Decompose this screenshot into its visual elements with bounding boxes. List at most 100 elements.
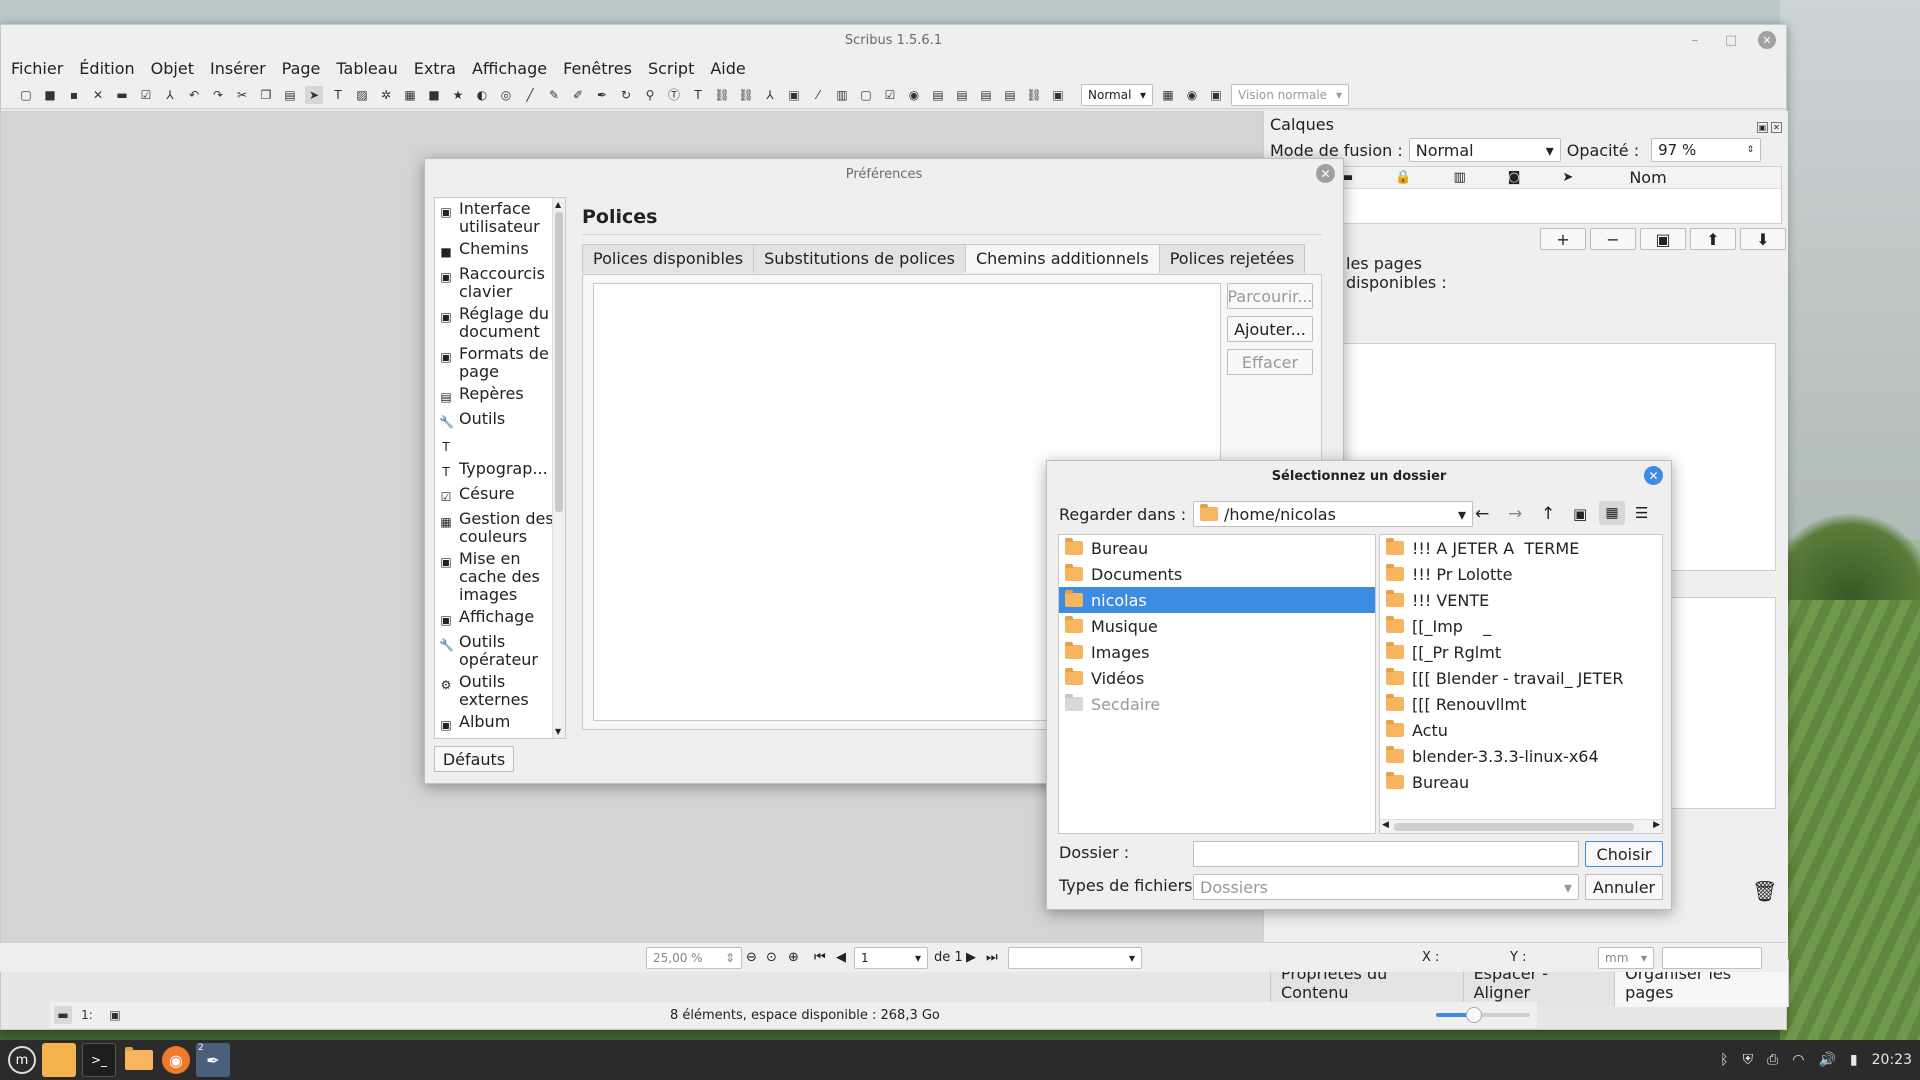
close-doc-icon[interactable]: ✕ — [89, 86, 107, 104]
menu-aide[interactable]: Aide — [710, 59, 745, 78]
folder-input[interactable] — [1193, 841, 1579, 867]
first-page-icon[interactable]: ⏮ — [814, 950, 826, 965]
shape-icon[interactable]: ■ — [425, 86, 443, 104]
folder-icon[interactable] — [122, 1043, 156, 1077]
menu-fenetres[interactable]: Fenêtres — [563, 59, 632, 78]
folder-entry[interactable]: !!! Pr Lolotte — [1380, 561, 1662, 587]
prefs-nav-item[interactable]: ▣ Mise en cache des images — [435, 548, 565, 606]
zoom-slider[interactable] — [1436, 1007, 1530, 1023]
trash-icon[interactable]: 🗑 — [1752, 879, 1777, 903]
prefs-nav-item[interactable]: ⚙ Outils externes — [435, 671, 565, 711]
new-folder-icon[interactable]: ▣ — [1573, 505, 1587, 523]
mode-combo[interactable]: Normal ▾ — [1081, 83, 1153, 106]
raise-layer-icon[interactable]: ⬆ — [1690, 228, 1736, 250]
mint-menu-icon[interactable]: m — [8, 1046, 36, 1074]
folder-entry[interactable]: [[[ Blender - travail_ JETER — [1380, 665, 1662, 691]
wifi-icon[interactable]: ◠ — [1792, 1052, 1804, 1068]
place-item[interactable]: Documents — [1059, 561, 1375, 587]
files-icon[interactable] — [42, 1043, 76, 1077]
parent-dir-icon[interactable]: ↑ — [1541, 504, 1555, 524]
measure-icon[interactable]: ⅄ — [761, 86, 779, 104]
menu-script[interactable]: Script — [648, 59, 694, 78]
last-page-icon[interactable]: ⏭ — [986, 950, 998, 965]
folder-entry[interactable]: [[_Imp _ — [1380, 613, 1662, 639]
grid-view-icon[interactable]: ▦ — [1599, 501, 1625, 525]
format-icon[interactable]: 1: — [78, 1006, 96, 1024]
prefs-nav-item[interactable]: ▣ Réglage du document — [435, 303, 565, 343]
back-icon[interactable]: ← — [1475, 504, 1489, 524]
unit-select[interactable]: mm ▾ — [1598, 946, 1654, 969]
redo-icon[interactable]: ↷ — [209, 86, 227, 104]
look-in-combo[interactable]: /home/nicolas ▾ — [1193, 501, 1473, 527]
table-icon[interactable]: ▦ — [401, 86, 419, 104]
arc-icon[interactable]: ◐ — [473, 86, 491, 104]
eyedropper-icon[interactable]: ⁄ — [809, 86, 827, 104]
zoom-out-icon[interactable]: ⊖ — [746, 950, 757, 965]
prefs-nav-item[interactable]: ▣ Affichage — [435, 606, 565, 631]
edit-text-icon[interactable]: Ⓣ — [665, 86, 683, 104]
folder-entry[interactable]: !!! VENTE — [1380, 587, 1662, 613]
freehand-icon[interactable]: ✐ — [569, 86, 587, 104]
cancel-button[interactable]: Annuler — [1585, 874, 1663, 900]
menu-extra[interactable]: Extra — [414, 59, 456, 78]
pdf-annot2-icon[interactable]: ▣ — [1049, 86, 1067, 104]
pdf-checkbox-icon[interactable]: ☑ — [881, 86, 899, 104]
folder-entry[interactable]: Actu — [1380, 717, 1662, 743]
close-icon[interactable]: ✕ — [1644, 466, 1663, 485]
add-layer-button[interactable]: + — [1540, 228, 1586, 250]
folder-entry[interactable]: [[[ Renouvllmt — [1380, 691, 1662, 717]
add-path-button[interactable]: Ajouter... — [1227, 316, 1313, 342]
prefs-nav-item[interactable]: ▣ Formats de page — [435, 343, 565, 383]
lower-layer-icon[interactable]: ⬇ — [1740, 228, 1786, 250]
prefs-nav-item[interactable]: ▤ Repères — [435, 383, 565, 408]
menu-affichage[interactable]: Affichage — [472, 59, 547, 78]
save-icon[interactable]: ▪ — [65, 86, 83, 104]
calligraphic-icon[interactable]: ✒ — [593, 86, 611, 104]
color-manage-icon[interactable]: ▦ — [1159, 86, 1177, 104]
new-document-icon[interactable]: ▢ — [17, 86, 35, 104]
line-icon[interactable]: ╱ — [521, 86, 539, 104]
close-window-button[interactable]: ✕ — [1758, 31, 1776, 49]
folder-contents[interactable]: !!! A JETER A TERME !!! Pr Lolotte !!! VEN… — [1379, 534, 1663, 834]
link-frames-icon[interactable]: ⛓ — [713, 86, 731, 104]
prefs-nav-item[interactable]: ▣ Album — [435, 711, 565, 736]
float-icon[interactable]: ▣ — [1757, 122, 1768, 133]
opacity-spinbox[interactable]: 97 % ⇕ — [1651, 138, 1762, 162]
menu-edition[interactable]: Édition — [79, 59, 134, 78]
paste-icon[interactable]: ▤ — [281, 86, 299, 104]
place-item[interactable]: nicolas — [1059, 587, 1375, 613]
scrollbar[interactable]: ▲ ▼ — [552, 198, 565, 738]
prefs-nav-item[interactable]: ▣ Raccourcis clavier — [435, 263, 565, 303]
polygon-icon[interactable]: ★ — [449, 86, 467, 104]
prefs-nav-item[interactable]: T — [435, 433, 565, 458]
folder-entry[interactable]: blender-3.3.3-linux-x64 — [1380, 743, 1662, 769]
prefs-nav-item[interactable]: 🔧 Outils — [435, 408, 565, 433]
minimize-button[interactable]: – — [1686, 31, 1704, 49]
menu-inserer[interactable]: Insérer — [210, 59, 266, 78]
pdf-annotation-icon[interactable]: ▤ — [1001, 86, 1019, 104]
prefs-nav-item[interactable]: ☑ Césure — [435, 483, 565, 508]
terminal-icon[interactable]: >_ — [82, 1043, 116, 1077]
defaults-button[interactable]: Défauts — [434, 746, 514, 772]
tab-chemins-additionnels[interactable]: Chemins additionnels — [964, 244, 1160, 273]
print-icon[interactable]: ▬ — [113, 86, 131, 104]
select-pointer-icon[interactable]: ➤ — [305, 85, 323, 104]
folder-entry[interactable]: !!! A JETER A TERME — [1380, 535, 1662, 561]
forward-icon[interactable]: → — [1508, 504, 1522, 524]
menu-page[interactable]: Page — [282, 59, 321, 78]
bezier-icon[interactable]: ✎ — [545, 86, 563, 104]
prefs-nav-item[interactable]: T Typograp... — [435, 458, 565, 483]
slider-handle[interactable] — [1465, 1007, 1482, 1023]
barcode-icon[interactable]: ▥ — [833, 86, 851, 104]
place-item[interactable]: Musique — [1059, 613, 1375, 639]
text-frame-icon[interactable]: T — [329, 86, 347, 104]
rotate-icon[interactable]: ↻ — [617, 86, 635, 104]
cut-icon[interactable]: ✂ — [233, 86, 251, 104]
bluetooth-icon[interactable]: ᛒ — [1720, 1052, 1728, 1068]
shield-icon[interactable]: ⛨ — [1743, 1052, 1754, 1068]
folder-entry[interactable]: Bureau — [1380, 769, 1662, 795]
layers-table[interactable]: ▬ 🔒 ▥ ◙ ➤ Nom — [1270, 166, 1782, 224]
prefs-nav-list[interactable]: ▣ Interface utilisateur ■ Chemins ▣ Raccourci… — [434, 197, 566, 739]
edit-mode-icon[interactable]: ▣ — [1207, 86, 1225, 104]
page-icon[interactable]: ▣ — [106, 1006, 124, 1024]
